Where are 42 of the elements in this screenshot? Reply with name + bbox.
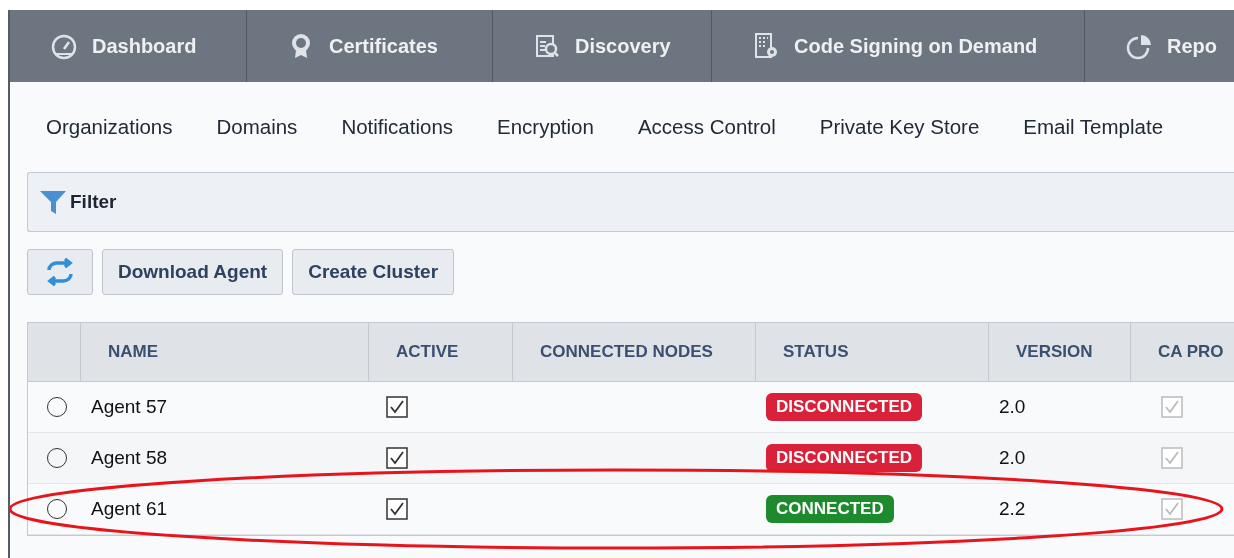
toolbar-button[interactable]: Download Agent: [102, 249, 284, 295]
version-text: 2.2: [999, 498, 1026, 520]
status-badge: DISCONNECTED: [766, 393, 922, 421]
gauge-icon: [50, 32, 78, 60]
refresh-button[interactable]: [27, 249, 93, 295]
version-text: 2.0: [999, 396, 1026, 418]
sub-nav-link[interactable]: Domains: [216, 115, 298, 139]
checkbox[interactable]: [386, 396, 408, 418]
sub-nav-link[interactable]: Access Control: [637, 115, 776, 139]
status-badge: CONNECTED: [766, 495, 894, 523]
nav-tab[interactable]: Repo: [1085, 10, 1234, 82]
status-badge: DISCONNECTED: [766, 444, 922, 472]
grid-cert-icon: [752, 32, 780, 60]
agent-name: Agent 58: [91, 447, 168, 469]
column-header: VERSION: [1016, 342, 1093, 362]
checkbox[interactable]: [386, 498, 408, 520]
agent-name: Agent 61: [91, 498, 168, 520]
column-header: CA PRO: [1158, 342, 1224, 362]
nav-tab[interactable]: Dashboard: [10, 10, 247, 82]
agent-name: Agent 57: [91, 396, 168, 418]
sub-nav-link[interactable]: Encryption: [497, 115, 594, 139]
column-header: STATUS: [783, 342, 849, 362]
nav-tab[interactable]: Code Signing on Demand: [712, 10, 1085, 82]
column-header: NAME: [108, 342, 159, 362]
checkbox[interactable]: [1161, 396, 1183, 418]
doc-search-icon: [533, 32, 561, 60]
filter-label: Filter: [70, 191, 117, 213]
sub-nav-link[interactable]: Private Key Store: [819, 115, 980, 139]
column-header: ACTIVE: [396, 342, 459, 362]
checkbox[interactable]: [1161, 447, 1183, 469]
filter-icon: [38, 188, 68, 216]
column-header: CONNECTED NODES: [540, 342, 713, 362]
nav-tab[interactable]: Discovery: [493, 10, 712, 82]
sub-nav-link[interactable]: Email Template: [1023, 115, 1164, 139]
pie-icon: [1125, 32, 1153, 60]
sub-nav-link[interactable]: Notifications: [341, 115, 454, 139]
nav-tab[interactable]: Certificates: [247, 10, 493, 82]
checkbox[interactable]: [1161, 498, 1183, 520]
sub-nav-link[interactable]: Organizations: [46, 115, 173, 139]
toolbar-button[interactable]: Create Cluster: [292, 249, 455, 295]
version-text: 2.0: [999, 447, 1026, 469]
checkbox[interactable]: [386, 447, 408, 469]
